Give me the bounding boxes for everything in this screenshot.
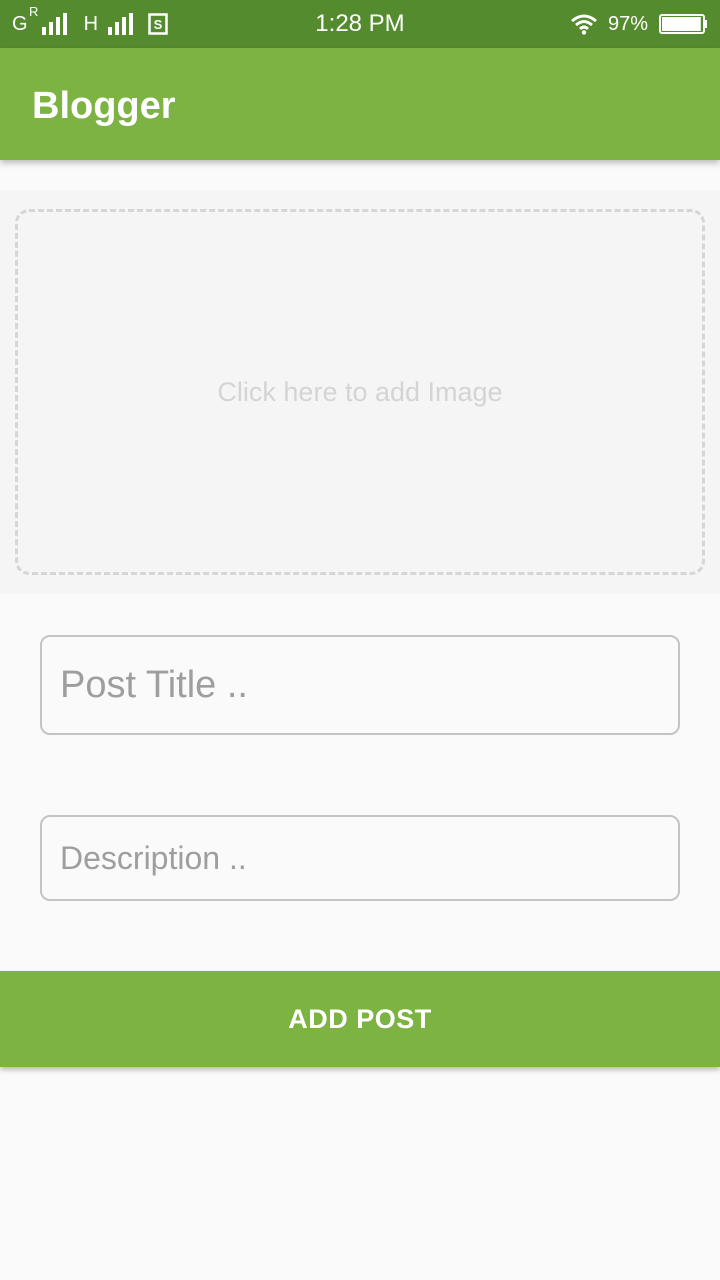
add-image-hint: Click here to add Image: [217, 376, 503, 407]
app-bar: Blogger: [0, 48, 720, 160]
description-field[interactable]: [40, 815, 680, 901]
post-title-input[interactable]: [42, 637, 678, 733]
add-post-label: ADD POST: [288, 1003, 432, 1034]
app-title: Blogger: [32, 85, 176, 127]
add-post-button[interactable]: ADD POST: [0, 971, 720, 1067]
status-bar: G R H S 1:28 PM 97%: [0, 0, 720, 48]
battery-fill: [662, 17, 701, 31]
battery-icon: [658, 13, 708, 35]
status-right-group: 97%: [570, 0, 708, 48]
battery-percent: 97%: [607, 12, 648, 35]
post-title-field[interactable]: [40, 635, 680, 735]
image-picker-area: Click here to add Image: [0, 190, 720, 594]
add-image-button[interactable]: Click here to add Image: [15, 209, 705, 575]
wifi-icon: [570, 13, 598, 35]
description-input[interactable]: [42, 817, 678, 899]
